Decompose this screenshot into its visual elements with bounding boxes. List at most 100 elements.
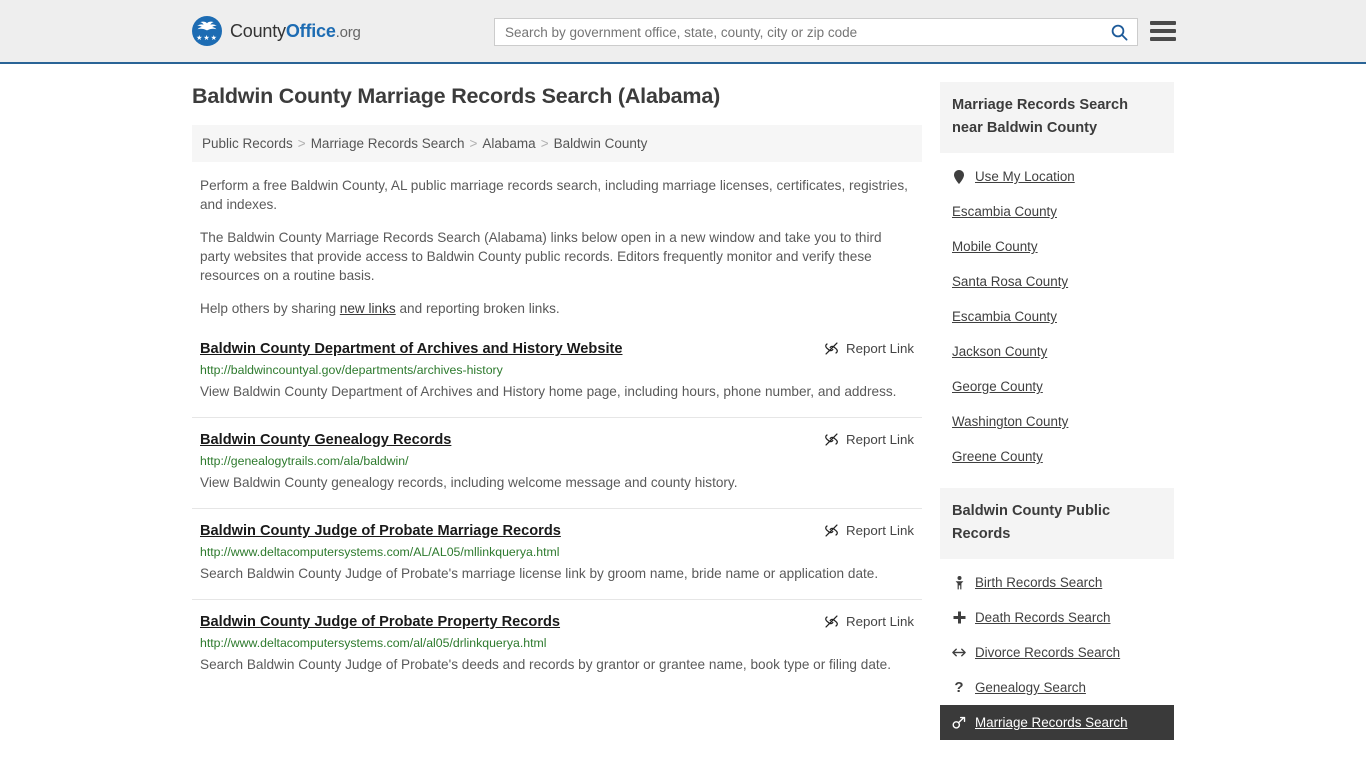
result-title[interactable]: Baldwin County Judge of Probate Marriage… <box>200 522 561 540</box>
breadcrumb-item-marriage-records-search[interactable]: Marriage Records Search <box>311 136 465 151</box>
sidebar-item-marriage-records-search[interactable]: Marriage Records Search <box>940 705 1174 740</box>
result-url[interactable]: http://www.deltacomputersystems.com/AL/A… <box>200 545 914 560</box>
map-pin-icon <box>952 169 966 184</box>
sidebar-item-label: Genealogy Search <box>975 680 1086 695</box>
eagle-glyph <box>197 21 217 31</box>
sidebar-item-label: Death Records Search <box>975 610 1111 625</box>
sidebar-item-birth-records-search[interactable]: Birth Records Search <box>940 565 1174 600</box>
new-links-link[interactable]: new links <box>340 301 396 316</box>
sidebar-item-label: Escambia County <box>952 309 1057 324</box>
broken-link-icon <box>825 615 838 628</box>
report-link-button[interactable]: Report Link <box>824 613 914 629</box>
sidebar-nearby-list: Use My Location Escambia County Mobile C… <box>940 153 1174 474</box>
sidebar-item-label: Escambia County <box>952 204 1057 219</box>
sidebar-item-label: Greene County <box>952 449 1043 464</box>
search-input[interactable] <box>495 19 1101 45</box>
page-body: Baldwin County Marriage Records Search (… <box>0 64 1366 754</box>
result-description: Search Baldwin County Judge of Probate's… <box>200 566 879 581</box>
search-button[interactable] <box>1101 19 1137 45</box>
breadcrumb-item-public-records[interactable]: Public Records <box>202 136 293 151</box>
intro-text: Perform a free Baldwin County, AL public… <box>192 176 922 318</box>
breadcrumb-item-alabama[interactable]: Alabama <box>482 136 535 151</box>
report-link-label: Report Link <box>846 432 914 447</box>
result-title[interactable]: Baldwin County Judge of Probate Property… <box>200 613 560 631</box>
intro-paragraph-1: Perform a free Baldwin County, AL public… <box>200 178 908 212</box>
eagle-seal-icon: ★★★ <box>192 16 222 46</box>
result-title[interactable]: Baldwin County Genealogy Records <box>200 431 451 449</box>
result-item: Baldwin County Judge of Probate Property… <box>192 599 922 690</box>
sidebar-item-label: Santa Rosa County <box>952 274 1069 289</box>
intro-p3-after: and reporting broken links. <box>395 301 560 316</box>
result-header: Baldwin County Genealogy Records Report … <box>200 431 914 449</box>
sidebar-nearby-box: Marriage Records Search near Baldwin Cou… <box>940 82 1174 474</box>
question-mark-icon: ? <box>954 678 964 696</box>
sidebar-public-records-box: Baldwin County Public Records Birth Reco… <box>940 488 1174 740</box>
search-icon <box>1111 24 1128 41</box>
results-list: Baldwin County Department of Archives an… <box>192 336 922 690</box>
sidebar-item-death-records-search[interactable]: Death Records Search <box>940 600 1174 635</box>
sidebar-item-jackson-county[interactable]: Jackson County <box>940 334 1174 369</box>
page-title: Baldwin County Marriage Records Search (… <box>192 84 721 108</box>
cross-plus-glyph <box>953 611 965 624</box>
search-bar <box>494 18 1138 46</box>
logo-text: CountyOffice.org <box>230 21 361 42</box>
map-pin-glyph <box>954 169 964 184</box>
sidebar-item-mobile-county[interactable]: Mobile County <box>940 229 1174 264</box>
baby-icon <box>952 575 966 590</box>
result-header: Baldwin County Judge of Probate Marriage… <box>200 522 914 540</box>
sidebar-item-escambia-county-2[interactable]: Escambia County <box>940 299 1174 334</box>
result-description: View Baldwin County Department of Archiv… <box>200 384 897 399</box>
breadcrumb-separator: > <box>469 136 478 151</box>
main-content: Baldwin County Marriage Records Search (… <box>192 64 922 690</box>
intro-paragraph-2: The Baldwin County Marriage Records Sear… <box>200 230 882 283</box>
sidebar-item-divorce-records-search[interactable]: Divorce Records Search <box>940 635 1174 670</box>
broken-link-icon <box>825 342 838 355</box>
sidebar-item-escambia-county[interactable]: Escambia County <box>940 194 1174 229</box>
report-link-label: Report Link <box>846 614 914 629</box>
sidebar-item-washington-county[interactable]: Washington County <box>940 404 1174 439</box>
hamburger-bar <box>1150 29 1176 33</box>
result-item: Baldwin County Genealogy Records Report … <box>192 417 922 508</box>
breadcrumb-item-baldwin-county[interactable]: Baldwin County <box>554 136 648 151</box>
sidebar-item-use-my-location[interactable]: Use My Location <box>940 159 1174 194</box>
report-link-button[interactable]: Report Link <box>824 340 914 356</box>
sidebar-nearby-heading: Marriage Records Search near Baldwin Cou… <box>940 82 1174 153</box>
stars-glyph: ★★★ <box>196 35 218 42</box>
result-header: Baldwin County Department of Archives an… <box>200 340 914 358</box>
result-header: Baldwin County Judge of Probate Property… <box>200 613 914 631</box>
sidebar-item-label: Mobile County <box>952 239 1038 254</box>
intro-p3-before: Help others by sharing <box>200 301 340 316</box>
breadcrumb: Public Records > Marriage Records Search > A… <box>192 125 922 162</box>
result-title[interactable]: Baldwin County Department of Archives an… <box>200 340 622 358</box>
result-description: View Baldwin County genealogy records, i… <box>200 475 738 490</box>
intro-paragraph-3: Help others by sharing new links and rep… <box>192 299 922 318</box>
logo-text-office: Office <box>285 20 336 41</box>
sidebar-item-label: Jackson County <box>952 344 1048 359</box>
sidebar-item-label: Birth Records Search <box>975 575 1103 590</box>
sidebar-item-greene-county[interactable]: Greene County <box>940 439 1174 474</box>
broken-link-icon <box>825 433 838 446</box>
hamburger-menu-icon[interactable] <box>1150 20 1176 42</box>
report-link-button[interactable]: Report Link <box>824 431 914 447</box>
hamburger-bar <box>1150 21 1176 25</box>
result-item: Baldwin County Department of Archives an… <box>192 336 922 417</box>
sidebar-item-label: George County <box>952 379 1043 394</box>
result-url[interactable]: http://baldwincountyal.gov/departments/a… <box>200 363 914 378</box>
sidebar-item-santa-rosa-county[interactable]: Santa Rosa County <box>940 264 1174 299</box>
report-link-label: Report Link <box>846 341 914 356</box>
sidebar-item-george-county[interactable]: George County <box>940 369 1174 404</box>
result-url[interactable]: http://genealogytrails.com/ala/baldwin/ <box>200 454 914 469</box>
result-description: Search Baldwin County Judge of Probate's… <box>200 657 892 672</box>
result-url[interactable]: http://www.deltacomputersystems.com/al/a… <box>200 636 914 651</box>
site-header: ★★★ CountyOffice.org <box>0 0 1366 64</box>
broken-link-icon <box>825 524 838 537</box>
hamburger-bar <box>1150 37 1176 41</box>
venus-mars-icon <box>952 716 966 730</box>
sidebar-item-label: Use My Location <box>975 169 1075 184</box>
sidebar-item-genealogy-search[interactable]: ? Genealogy Search <box>940 670 1174 705</box>
report-link-button[interactable]: Report Link <box>824 522 914 538</box>
site-logo[interactable]: ★★★ CountyOffice.org <box>192 16 361 46</box>
breadcrumb-separator: > <box>297 136 306 151</box>
sidebar-item-label: Marriage Records Search <box>975 715 1128 730</box>
sidebar-public-records-heading: Baldwin County Public Records <box>940 488 1174 559</box>
